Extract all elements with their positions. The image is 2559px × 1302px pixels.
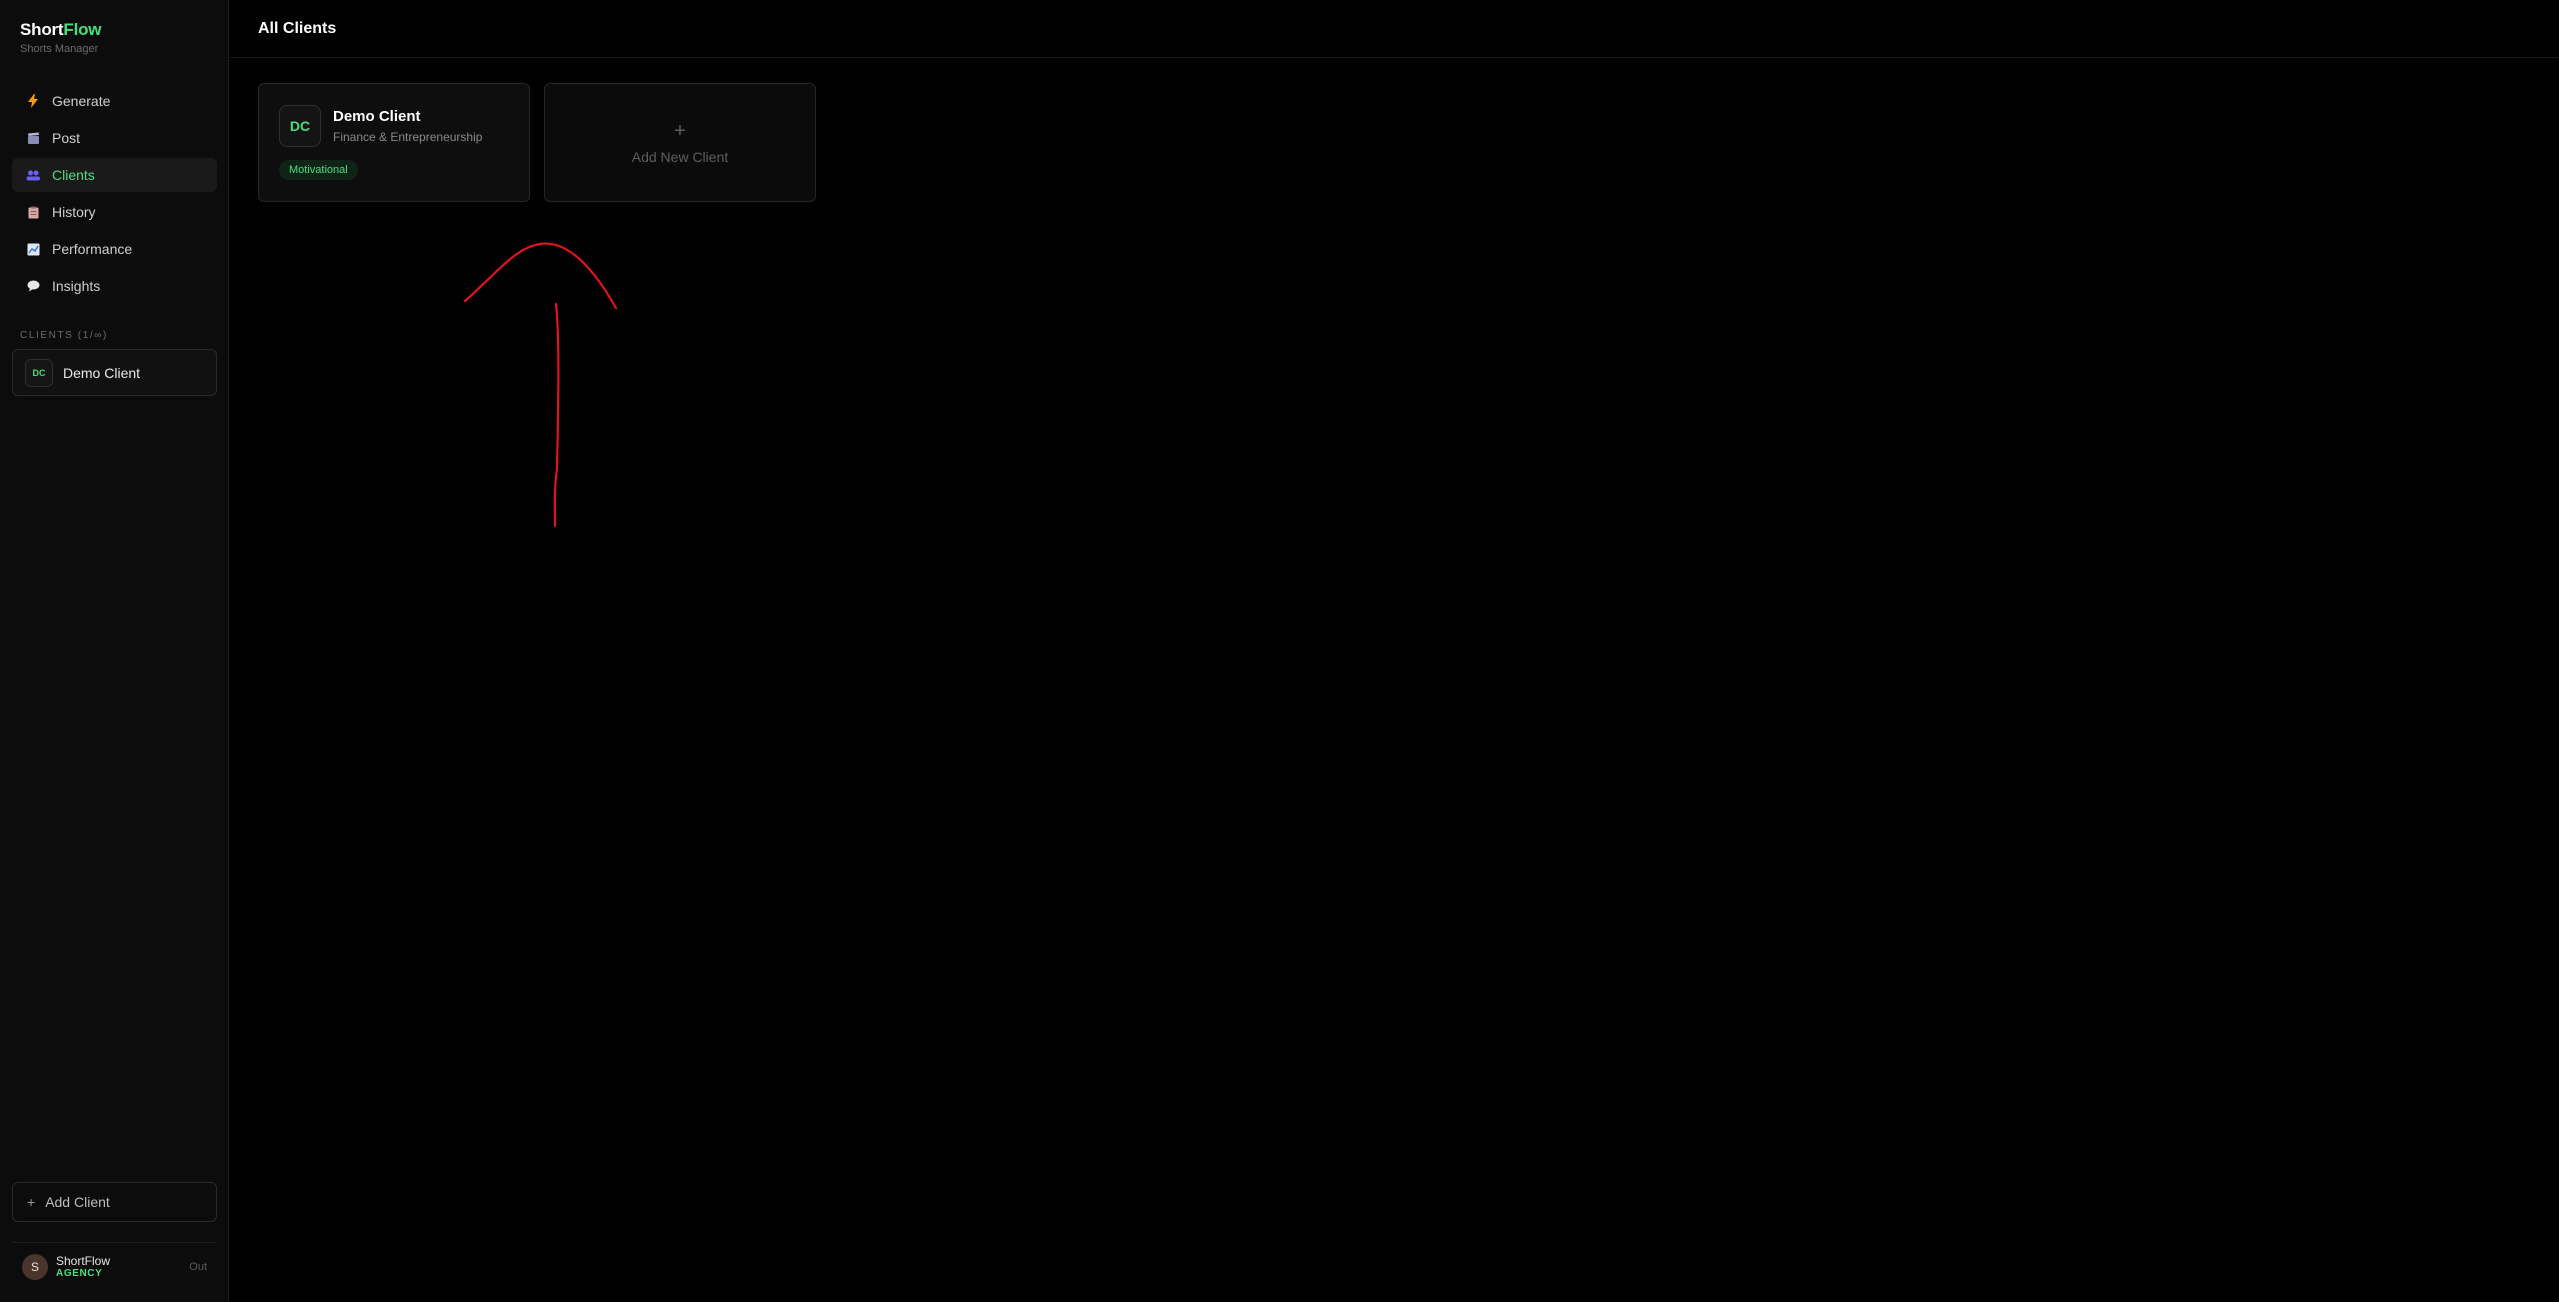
- plan-badge: AGENCY: [56, 1268, 103, 1279]
- sidebar-item-history[interactable]: History: [12, 195, 217, 229]
- add-client-label: Add Client: [45, 1194, 110, 1210]
- add-new-client-label: Add New Client: [631, 148, 729, 165]
- brand-name-part2: Flow: [63, 20, 102, 39]
- logout-button[interactable]: Out: [189, 1261, 207, 1273]
- clipboard-icon: [26, 205, 40, 219]
- add-client-button[interactable]: + Add Client: [12, 1182, 217, 1222]
- brand-subtitle: Shorts Manager: [20, 43, 99, 55]
- brand: ShortFlow Shorts Manager: [20, 20, 102, 55]
- brand-logo[interactable]: ShortFlow: [20, 20, 102, 40]
- sidebar-item-insights[interactable]: Insights: [12, 269, 217, 303]
- sidebar-client-demo[interactable]: DC Demo Client: [12, 349, 217, 396]
- client-tag: Motivational: [279, 160, 358, 180]
- plus-icon: +: [27, 1194, 36, 1210]
- sidebar-item-label: Performance: [52, 241, 133, 257]
- clapperboard-icon: [26, 131, 40, 145]
- annotation-arrowhead: [463, 242, 618, 310]
- sidebar-item-clients[interactable]: Clients: [12, 158, 217, 192]
- app-window: ShortFlow Shorts Manager Generate Post C…: [0, 0, 2559, 1302]
- users-icon: [26, 168, 40, 182]
- sidebar-divider: [12, 1242, 217, 1243]
- user-info: ShortFlow AGENCY: [56, 1254, 110, 1280]
- sidebar: ShortFlow Shorts Manager Generate Post C…: [0, 0, 229, 1302]
- client-niche: Finance & Entrepreneurship: [333, 130, 483, 144]
- client-avatar: DC: [25, 358, 53, 387]
- lightning-icon: [26, 94, 40, 108]
- brand-name-part1: Short: [20, 20, 64, 39]
- user-name: ShortFlow: [56, 1254, 111, 1268]
- sidebar-item-label: Insights: [52, 278, 101, 294]
- client-name: Demo Client: [63, 364, 141, 381]
- sidebar-item-label: History: [52, 204, 96, 220]
- annotation-arrow-shaft: [553, 302, 560, 528]
- sidebar-item-post[interactable]: Post: [12, 121, 217, 155]
- client-name: Demo Client: [333, 108, 421, 125]
- avatar[interactable]: S: [22, 1254, 48, 1280]
- user-profile: S ShortFlow AGENCY Out: [22, 1252, 207, 1282]
- speech-bubble-icon: [26, 279, 40, 293]
- plus-icon: +: [674, 119, 686, 142]
- chart-icon: [26, 242, 40, 256]
- sidebar-item-generate[interactable]: Generate: [12, 84, 217, 118]
- sidebar-nav: Generate Post Clients History Performanc…: [12, 84, 217, 306]
- clients-section-label: CLIENTS (1/∞): [20, 330, 108, 341]
- sidebar-item-label: Generate: [52, 93, 111, 109]
- page-header: All Clients: [230, 0, 2559, 58]
- page-title: All Clients: [258, 20, 337, 37]
- sidebar-item-performance[interactable]: Performance: [12, 232, 217, 266]
- add-new-client-card[interactable]: + Add New Client: [544, 83, 816, 202]
- client-avatar: DC: [279, 105, 321, 147]
- client-card[interactable]: DC Demo Client Finance & Entrepreneurshi…: [258, 83, 530, 202]
- sidebar-item-label: Post: [52, 130, 81, 146]
- sidebar-item-label: Clients: [52, 167, 95, 183]
